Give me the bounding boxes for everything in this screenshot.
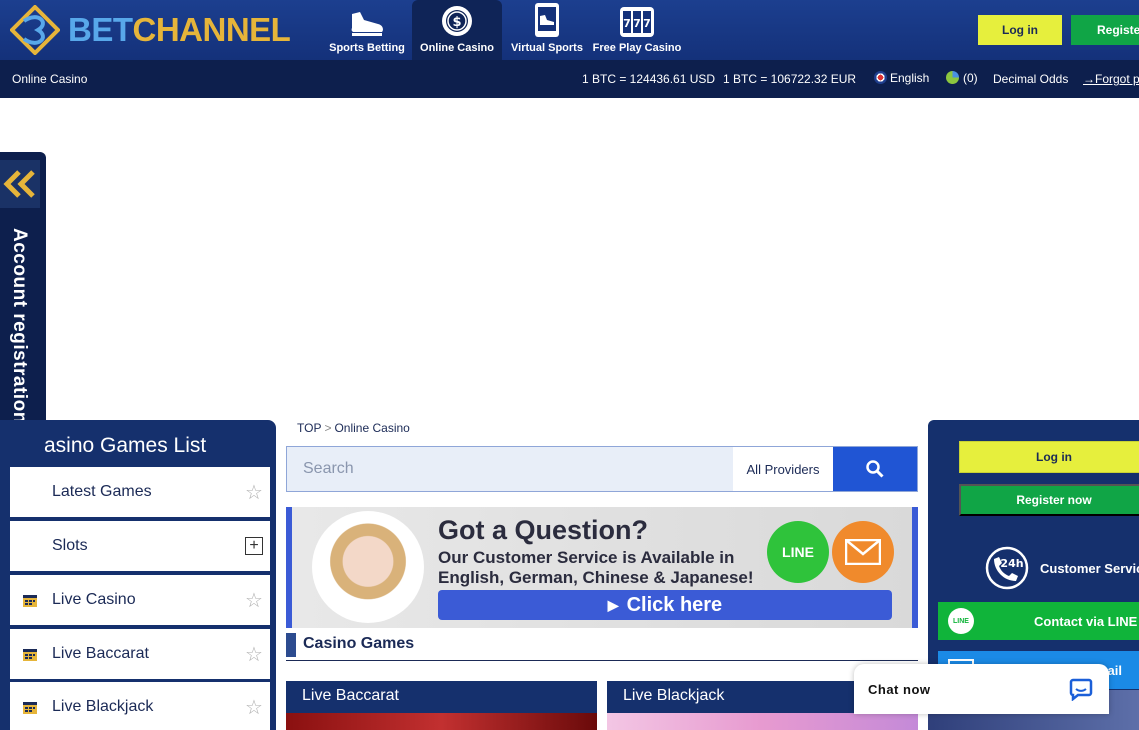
svg-text:7: 7	[623, 17, 631, 30]
nav-label: Free Play Casino	[592, 42, 682, 54]
nav-free-play-casino[interactable]: 7 7 7 Free Play Casino	[592, 0, 682, 60]
account-registration-label: Account registration	[9, 228, 30, 424]
svg-text:7: 7	[643, 17, 651, 30]
nav-online-casino[interactable]: $ Online Casino	[412, 0, 502, 60]
line-badge-icon: LINE	[767, 521, 829, 583]
btc-eur-rate: 1 BTC = 106722.32 EUR	[723, 72, 857, 86]
nav-label: Virtual Sports	[511, 42, 583, 54]
banner-subtitle-line-1: Our Customer Service is Available in	[438, 548, 735, 567]
game-item-latest-games[interactable]: Latest Games ☆	[10, 467, 270, 517]
search-input[interactable]	[287, 447, 733, 491]
contact-via-line-button[interactable]: LINE Contact via LINE	[938, 602, 1139, 640]
chat-label: Chat now	[868, 682, 931, 697]
svg-text:24h: 24h	[1000, 557, 1023, 570]
card-image	[607, 713, 918, 730]
casino-chip-icon: $	[442, 6, 472, 36]
line-icon: LINE	[948, 608, 974, 634]
support-agent-image	[312, 511, 424, 623]
sidebar-login-button[interactable]: Log in	[959, 441, 1139, 473]
game-item-label: Latest Games	[52, 483, 152, 500]
btc-usd-rate: 1 BTC = 124436.61 USD	[582, 72, 716, 86]
search-button[interactable]	[833, 447, 917, 491]
game-item-live-casino[interactable]: Live Casino ☆	[10, 575, 270, 625]
site-logo[interactable]: BETCHANNEL	[10, 5, 291, 55]
bet-history-indicator[interactable]: (0)	[946, 71, 978, 85]
nav-sports-betting[interactable]: Sports Betting	[322, 0, 412, 60]
language-label: English	[890, 71, 930, 85]
expand-plus-icon[interactable]: +	[244, 536, 264, 556]
logo-text-channel: CHANNEL	[132, 11, 291, 48]
logo-text-bet: BET	[68, 11, 133, 48]
game-item-label: Slots	[52, 537, 88, 554]
top-header: BETCHANNEL Sports Betting $ Online Casin…	[0, 0, 1139, 60]
section-title: Casino Games	[303, 635, 415, 652]
calendar-icon	[23, 595, 37, 607]
customer-service-banner[interactable]: Got a Question? Our Customer Service is …	[286, 507, 918, 628]
card-image	[286, 713, 597, 730]
shoe-icon	[351, 12, 383, 36]
game-item-label: Live Blackjack	[52, 698, 154, 715]
game-item-label: Live Casino	[52, 591, 136, 608]
banner-subtitle-line-2: English, German, Chinese & Japanese!	[438, 568, 754, 587]
mail-badge-icon	[832, 521, 894, 583]
provider-select[interactable]: All Providers	[733, 447, 833, 491]
breadcrumb: TOP > Online Casino	[297, 421, 410, 435]
star-icon[interactable]: ☆	[244, 590, 264, 612]
calendar-icon	[23, 702, 37, 714]
main-nav: Sports Betting $ Online Casino Virtual S…	[322, 0, 682, 60]
sidebar-register-button[interactable]: Register now	[959, 484, 1139, 516]
odds-format-selector[interactable]: Decimal Odds	[993, 72, 1068, 86]
banner-click-here-button[interactable]: ▶ Click here	[438, 590, 892, 620]
game-item-live-baccarat[interactable]: Live Baccarat ☆	[10, 629, 270, 679]
nav-label: Online Casino	[420, 42, 494, 54]
game-card-live-baccarat[interactable]: Live Baccarat	[286, 681, 597, 730]
double-chevron-left-icon	[3, 170, 35, 198]
breadcrumb-top-link[interactable]: TOP	[297, 421, 321, 435]
svg-text:$: $	[452, 15, 461, 30]
banner-subtitle: Our Customer Service is Available in Eng…	[438, 548, 778, 588]
header-login-button[interactable]: Log in	[978, 15, 1062, 45]
line-contact-label: Contact via LINE	[1034, 613, 1138, 629]
breadcrumb-separator: >	[324, 421, 332, 435]
breadcrumb-current: Online Casino	[334, 421, 410, 435]
virtual-sports-icon	[535, 3, 559, 37]
uk-flag-icon	[874, 71, 887, 84]
games-list-title: asino Games List	[44, 434, 207, 457]
calendar-icon	[23, 649, 37, 661]
casino-games-heading: Casino Games	[286, 633, 918, 661]
game-item-live-blackjack[interactable]: Live Blackjack ☆	[10, 682, 270, 730]
svg-text:7: 7	[633, 17, 641, 30]
chat-bubble-icon	[1069, 678, 1093, 701]
history-count: (0)	[963, 71, 978, 85]
current-section-label: Online Casino	[12, 72, 88, 86]
card-title: Live Baccarat	[302, 687, 399, 704]
forgot-password-link[interactable]: →Forgot p	[1083, 72, 1139, 86]
star-icon[interactable]: ☆	[244, 482, 264, 504]
customer-service-info: 24h Customer Service	[984, 545, 1139, 591]
logo-mark-icon	[10, 5, 60, 55]
search-icon	[866, 460, 884, 478]
nav-virtual-sports[interactable]: Virtual Sports	[502, 0, 592, 60]
game-item-slots[interactable]: Slots +	[10, 521, 270, 571]
star-icon[interactable]: ☆	[244, 644, 264, 666]
banner-title: Got a Question?	[438, 515, 649, 545]
info-bar: Online Casino 1 BTC = 124436.61 USD 1 BT…	[0, 60, 1139, 98]
customer-service-label: Customer Service	[1040, 560, 1139, 576]
chat-widget[interactable]: Chat now	[854, 664, 1109, 714]
game-search-bar: All Providers	[286, 446, 918, 492]
nav-label: Sports Betting	[329, 42, 405, 54]
collapse-button[interactable]	[0, 160, 40, 208]
card-title: Live Blackjack	[623, 687, 725, 704]
game-item-label: Live Baccarat	[52, 645, 149, 662]
play-icon: ▶	[607, 596, 619, 613]
language-selector[interactable]: English	[874, 71, 929, 85]
banner-cta-label: Click here	[626, 593, 723, 616]
header-register-button[interactable]: Register	[1071, 15, 1139, 45]
clock-icon	[946, 71, 959, 84]
slot-777-icon: 7 7 7	[620, 7, 654, 37]
star-icon[interactable]: ☆	[244, 697, 264, 719]
phone-24h-icon: 24h	[985, 546, 1029, 590]
